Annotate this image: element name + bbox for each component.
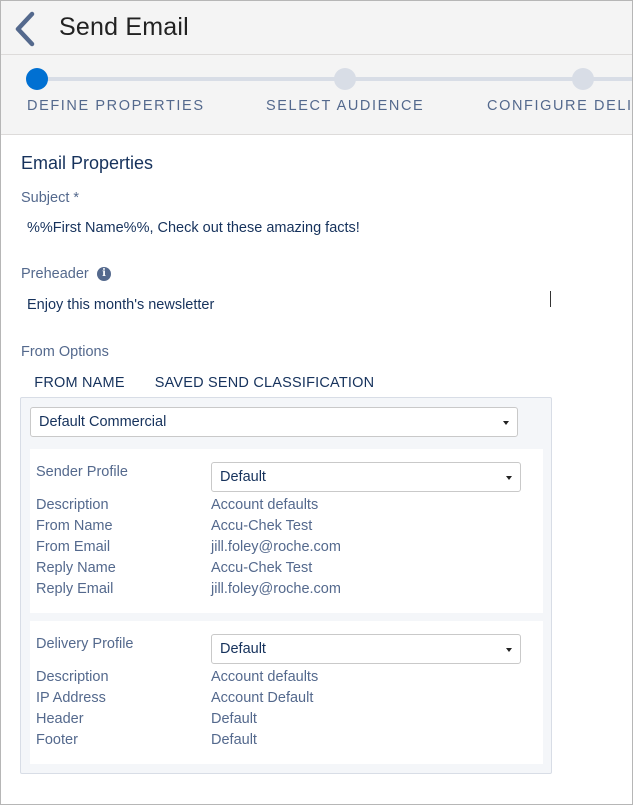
delivery-row-value: Account Default [211, 690, 314, 706]
delivery-row-value: Default [211, 732, 257, 748]
sender-row-label: Reply Name [36, 560, 116, 576]
sender-row-label: Reply Email [36, 581, 114, 597]
header-bar: Send Email [1, 1, 632, 55]
sender-row-value: jill.foley@roche.com [211, 581, 341, 597]
delivery-row-label: Description [36, 669, 109, 685]
delivery-row-value: Default [211, 711, 257, 727]
sender-row-value: Accu-Chek Test [211, 518, 313, 534]
chevron-down-icon [506, 476, 512, 480]
section-title: Email Properties [21, 153, 154, 173]
step-dot-define-properties[interactable] [26, 68, 48, 90]
wizard-progress: DEFINE PROPERTIES SELECT AUDIENCE CONFIG… [1, 55, 632, 135]
back-button[interactable] [11, 11, 41, 47]
tab-from-name[interactable]: FROM NAME [21, 369, 138, 399]
chevron-left-icon [15, 11, 35, 47]
tab-saved-send-classification[interactable]: SAVED SEND CLASSIFICATION [141, 369, 388, 399]
classification-select-value: Default Commercial [39, 414, 167, 430]
preheader-label: Preheader [21, 266, 89, 282]
sender-row-label: From Name [36, 518, 113, 534]
delivery-profile-select-value: Default [220, 641, 266, 657]
from-options-label: From Options [21, 344, 109, 360]
step-label-define-properties[interactable]: DEFINE PROPERTIES [27, 98, 205, 114]
info-icon[interactable]: i [97, 267, 111, 281]
sender-row-value: Account defaults [211, 497, 319, 513]
delivery-row-label: Footer [36, 732, 78, 748]
step-dot-configure-delivery[interactable] [572, 68, 594, 90]
preheader-input[interactable] [27, 292, 552, 318]
sender-profile-label: Sender Profile [36, 464, 128, 480]
sender-profile-select-value: Default [220, 469, 266, 485]
classification-select[interactable]: Default Commercial [30, 407, 518, 437]
send-email-window: Send Email DEFINE PROPERTIES SELECT AUDI… [0, 0, 633, 805]
subject-input[interactable] [27, 215, 552, 241]
step-dot-select-audience[interactable] [334, 68, 356, 90]
page-title: Send Email [59, 13, 189, 41]
sender-profile-select[interactable]: Default [211, 462, 521, 492]
delivery-row-value: Account defaults [211, 669, 319, 685]
sender-row-label: From Email [36, 539, 111, 555]
step-label-configure-delivery[interactable]: CONFIGURE DELIVERY [487, 98, 632, 114]
delivery-profile-select[interactable]: Default [211, 634, 521, 664]
chevron-down-icon [503, 421, 509, 425]
delivery-row-label: Header [36, 711, 84, 727]
subject-label: Subject * [21, 190, 80, 206]
text-cursor [550, 291, 551, 307]
delivery-profile-label: Delivery Profile [36, 636, 134, 652]
sender-row-label: Description [36, 497, 109, 513]
delivery-row-label: IP Address [36, 690, 106, 706]
sender-row-value: Accu-Chek Test [211, 560, 313, 576]
chevron-down-icon [506, 648, 512, 652]
step-label-select-audience[interactable]: SELECT AUDIENCE [266, 98, 424, 114]
sender-row-value: jill.foley@roche.com [211, 539, 341, 555]
